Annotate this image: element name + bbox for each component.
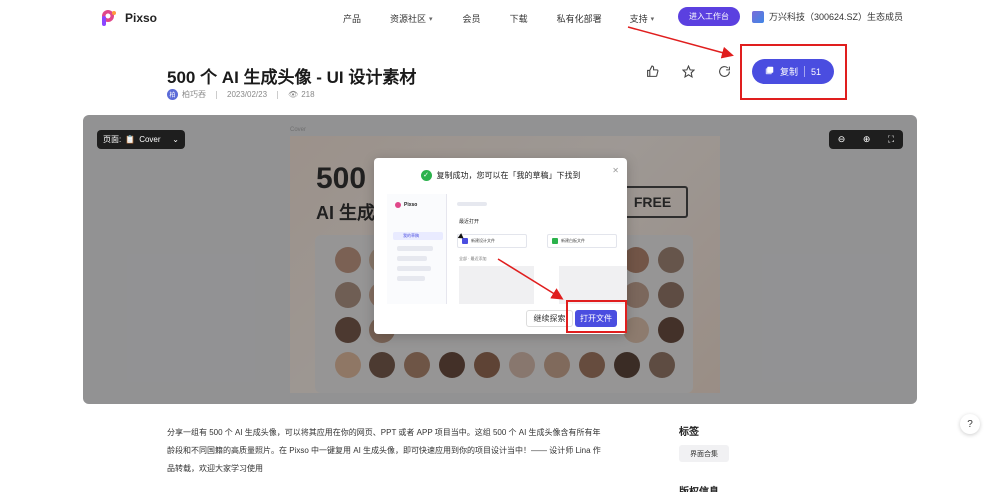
annotation-highlight-open <box>566 300 627 333</box>
preview-new-whiteboard-card: 新建白板文件 <box>547 234 617 248</box>
nav-label: 下载 <box>509 14 528 24</box>
close-icon[interactable]: ✕ <box>612 166 619 175</box>
nav-label: 支持 <box>629 14 648 24</box>
page-selector[interactable]: 页面: 📋 Cover ⌄ <box>97 130 185 149</box>
pixso-logo-icon <box>395 202 401 208</box>
page-selector-label: 页面: <box>103 135 122 144</box>
tag-chip[interactable]: 界面合集 <box>679 445 729 462</box>
zoom-in-icon[interactable]: ⊕ <box>863 134 871 145</box>
main-nav: 产品 资源社区 ▾ 会员 下载 私有化部署 支持 ▾ <box>343 12 654 25</box>
zoom-out-icon[interactable]: ⊖ <box>838 134 846 145</box>
nav-item-community[interactable]: 资源社区 ▾ <box>390 12 433 25</box>
dialog-message: 复制成功，您可以在「我的草稿」下找到 <box>436 170 581 180</box>
tags-heading: 标签 <box>679 427 699 438</box>
eye-icon: 👁 <box>288 90 299 99</box>
preview-logo: Pixso <box>395 202 417 208</box>
preview-file-thumb <box>459 266 534 304</box>
nav-label: 产品 <box>343 14 362 24</box>
fullscreen-icon[interactable]: ⛶ <box>888 134 894 145</box>
dialog-header: ✓ 复制成功，您可以在「我的草稿」下找到 <box>374 158 627 192</box>
page-icon: 📋 <box>125 135 136 144</box>
publish-date: 2023/02/23 <box>227 90 268 99</box>
resource-actions <box>644 63 732 79</box>
preview-card-label: 新建白板文件 <box>561 238 585 243</box>
preview-search <box>457 202 487 206</box>
author-name: 柏巧吞 <box>182 90 206 99</box>
preview-recent-title: 最近打开 <box>459 219 480 225</box>
page-title: 500 个 AI 生成头像 - UI 设计素材 <box>167 68 417 87</box>
view-count: 👁 218 <box>288 90 315 99</box>
logo-text: Pixso <box>125 11 158 25</box>
resource-description: 分享一组有 500 个 AI 生成头像，可以将其应用在你的网页、PPT 或者 A… <box>167 428 601 473</box>
preview-placeholder-row <box>397 276 425 281</box>
page-selector-value: Cover <box>139 135 161 144</box>
chevron-down-icon: ▾ <box>429 15 433 23</box>
like-icon[interactable] <box>644 63 660 79</box>
preview-logo-text: Pixso <box>404 202 418 208</box>
chevron-down-icon: ▾ <box>650 15 655 23</box>
partner-text: 万兴科技（300624.SZ）生态成员 <box>769 12 904 22</box>
author[interactable]: 柏 柏巧吞 <box>167 89 206 100</box>
license-heading: 版权信息 <box>679 483 719 492</box>
nav-item-private-deploy[interactable]: 私有化部署 <box>557 12 602 25</box>
divider <box>277 90 279 99</box>
nav-item-membership[interactable]: 会员 <box>463 12 481 25</box>
share-icon[interactable] <box>716 63 732 79</box>
check-circle-icon: ✓ <box>420 169 432 181</box>
nav-label: 资源社区 <box>390 14 427 24</box>
preview-card-label: 新建设计文件 <box>471 238 495 243</box>
pixso-logo[interactable]: Pixso <box>101 9 157 27</box>
dialog-preview-image: Pixso 我的草稿 最近打开 新建设计文件 新建白板文件 全部 · 最近添加 <box>387 194 627 304</box>
preview-placeholder-row <box>397 256 427 261</box>
star-icon[interactable] <box>680 63 696 79</box>
zoom-controls: ⊖ ⊕ ⛶ <box>829 130 903 149</box>
avatar: 柏 <box>167 89 178 100</box>
annotation-highlight-copy <box>740 44 847 100</box>
nav-item-download[interactable]: 下载 <box>510 12 528 25</box>
preview-main: 最近打开 新建设计文件 新建白板文件 全部 · 最近添加 <box>447 194 627 304</box>
nav-item-product[interactable]: 产品 <box>343 12 361 25</box>
preview-placeholder-row <box>397 246 433 251</box>
preview-file-thumb <box>559 266 627 304</box>
divider <box>216 90 217 99</box>
whiteboard-file-icon <box>552 238 558 244</box>
partner-badge[interactable]: 万兴科技（300624.SZ）生态成员 <box>752 10 903 23</box>
preview-new-design-card: 新建设计文件 <box>457 234 527 248</box>
top-header: Pixso 产品 资源社区 ▾ 会员 下载 私有化部署 支持 ▾ 进入工作台 万兴科… <box>0 0 1000 36</box>
view-count-value: 218 <box>301 90 315 99</box>
nav-item-support[interactable]: 支持 ▾ <box>630 12 655 25</box>
nav-label: 会员 <box>462 14 481 24</box>
preview-sidebar-item: 我的草稿 <box>393 232 443 240</box>
preview-placeholder-row <box>397 266 431 271</box>
enter-workbench-button[interactable]: 进入工作台 <box>678 7 740 26</box>
help-button[interactable]: ? <box>960 414 980 434</box>
resource-meta: 柏 柏巧吞 2023/02/23 👁 218 <box>167 89 315 100</box>
pixso-logo-icon <box>101 9 119 27</box>
help-icon: ? <box>967 418 973 430</box>
preview-list-header: 全部 · 最近添加 <box>459 256 487 261</box>
nav-label: 私有化部署 <box>556 14 602 24</box>
wondershare-icon <box>752 10 764 23</box>
preview-sidebar: Pixso 我的草稿 <box>387 194 447 304</box>
chevron-down-icon: ⌄ <box>172 135 179 144</box>
